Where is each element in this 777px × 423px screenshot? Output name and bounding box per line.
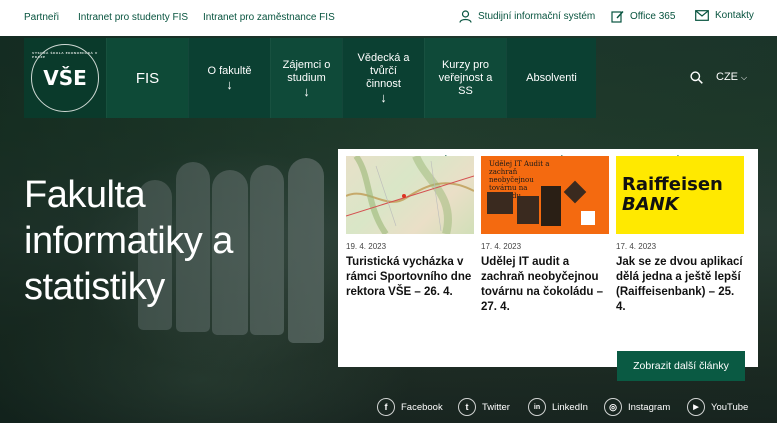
facebook-icon: f [377,398,395,416]
instagram-icon: ◎ [604,398,622,416]
main-navigation: VYSOKÁ ŠKOLA EKONOMICKÁ V PRAZE VŠE FIS … [24,38,596,118]
arrow-down-icon: ↓ [226,77,233,92]
contacts-link[interactable]: Kontakty [695,10,754,21]
news-date: 19. 4. 2023 [346,242,387,251]
news-panel: 19. 4. 2023 Turistická vycházka v rámci … [338,149,758,367]
news-headline[interactable]: Jak se ze dvou aplikací dělá jedna a ješ… [616,255,744,313]
edit-icon [611,11,624,23]
linkedin-icon: in [528,398,546,416]
partners-link[interactable]: Partneři [24,12,59,23]
nav-label: FIS [135,69,160,87]
thumb-line-1: Raiffeisen [622,174,723,195]
arrow-down-icon: ↓ [380,90,387,105]
show-more-articles-button[interactable]: Zobrazit další články [617,351,745,381]
contacts-label: Kontakty [715,10,754,22]
chevron-down-icon: ⌵ [741,73,748,82]
top-utility-bar: Partneři Intranet pro studenty FIS Intra… [0,0,777,36]
nav-item-applicants[interactable]: Zájemci o studium ↓ [270,38,342,118]
mail-icon [695,10,709,21]
news-date: 17. 4. 2023 [481,242,522,251]
nav-item-about[interactable]: O fakultě ↓ [188,38,270,118]
facebook-link[interactable]: f Facebook [377,398,443,416]
student-intranet-link[interactable]: Intranet pro studenty FIS [78,12,188,23]
nav-item-fis[interactable]: FIS [106,38,188,118]
vse-logo[interactable]: VYSOKÁ ŠKOLA EKONOMICKÁ V PRAZE VŠE [24,38,106,118]
nav-item-alumni[interactable]: Absolventi [506,38,596,118]
thumb-line-2: BANK [622,194,679,215]
logo-ring-text: VYSOKÁ ŠKOLA EKONOMICKÁ V PRAZE [32,51,98,59]
sis-link[interactable]: Studijní informační systém [459,10,595,23]
map-thumbnail [346,156,474,234]
logo-letters: VŠE [43,66,87,90]
page-title: Fakulta informatiky a statistiky [24,174,233,308]
sis-label: Studijní informační systém [478,11,596,23]
office365-label: Office 365 [630,11,676,23]
search-icon[interactable] [690,71,703,84]
instagram-link[interactable]: ◎ Instagram [604,398,670,416]
staff-intranet-link[interactable]: Intranet pro zaměstnance FIS [203,12,335,23]
linkedin-link[interactable]: in LinkedIn [528,398,588,416]
nav-label: Absolventi [526,71,577,84]
nav-label: Vědecká a tvůrčí činnost [357,52,410,90]
social-label: LinkedIn [552,401,588,413]
news-date: 17. 4. 2023 [616,242,657,251]
news-card[interactable]: Raiffeisen BANK 17. 4. 2023 Jak se ze dv… [616,156,744,313]
arrow-down-icon: ↓ [303,83,310,99]
social-label: YouTube [711,401,749,413]
news-headline[interactable]: Udělej IT audit a zachraň neobyčejnou to… [481,255,609,313]
audit-thumbnail: Udělej IT Audit a zachraň neobyčejnou to… [481,156,609,234]
youtube-icon: ▶ [687,398,705,416]
nav-label: Kurzy pro veřejnost a SS [438,58,493,97]
nav-item-courses[interactable]: Kurzy pro veřejnost a SS [424,38,506,118]
twitter-icon: t [458,398,476,416]
user-icon [459,10,472,23]
nav-item-research[interactable]: Vědecká a tvůrčí činnost ↓ [342,38,424,118]
language-switcher[interactable]: CZE ⌵ [716,71,747,83]
office365-link[interactable]: Office 365 [611,10,675,23]
social-label: Twitter [482,401,510,413]
news-card[interactable]: Udělej IT Audit a zachraň neobyčejnou to… [481,156,609,313]
language-label: CZE [716,71,738,83]
youtube-link[interactable]: ▶ YouTube [687,398,748,416]
raiffeisen-logo-thumbnail: Raiffeisen BANK [616,156,744,234]
nav-label: Zájemci o studium [282,58,331,84]
logo-emblem: VYSOKÁ ŠKOLA EKONOMICKÁ V PRAZE VŠE [31,44,99,112]
social-label: Facebook [401,401,443,413]
news-card[interactable]: 19. 4. 2023 Turistická vycházka v rámci … [346,156,474,301]
social-label: Instagram [628,401,671,413]
twitter-link[interactable]: t Twitter [458,398,510,416]
news-headline[interactable]: Turistická vycházka v rámci Sportovního … [346,255,474,301]
